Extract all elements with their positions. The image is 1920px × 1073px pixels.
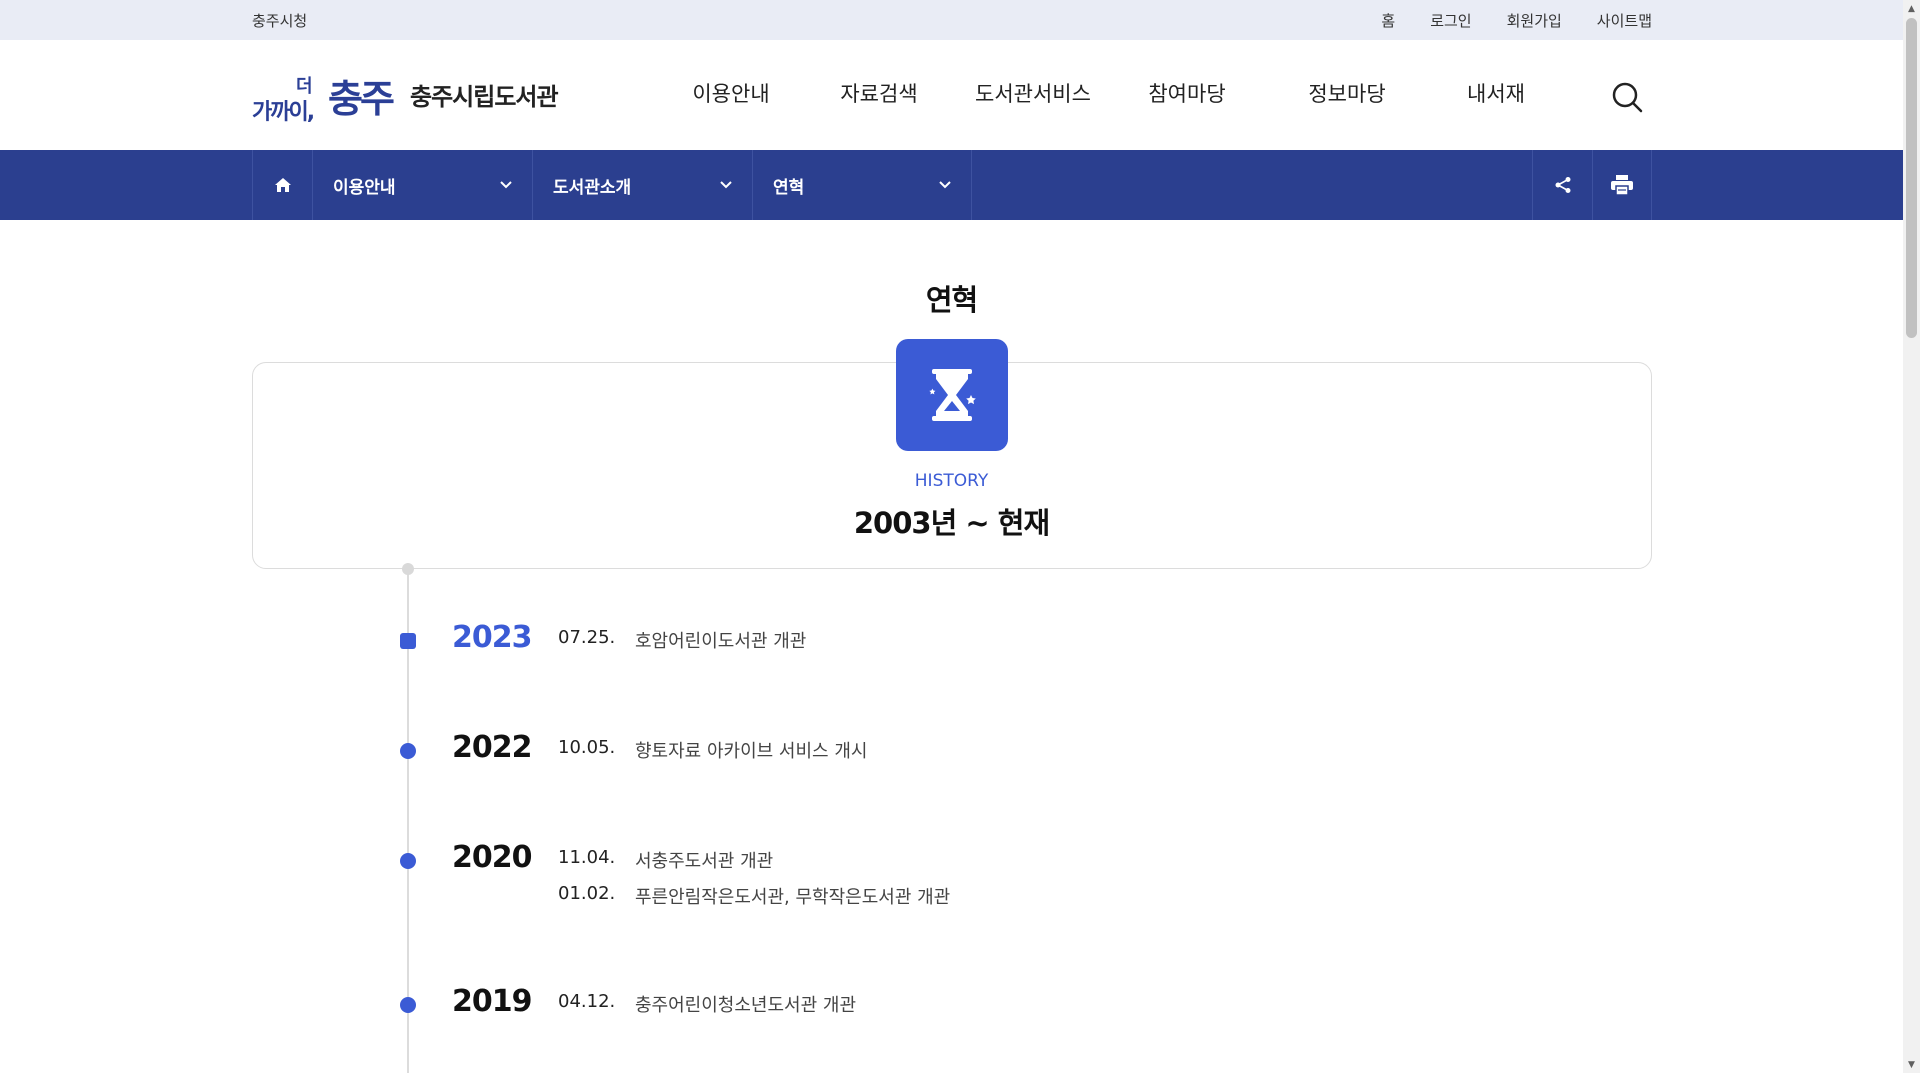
utility-bar: 충주시청 홈 로그인 회원가입 사이트맵: [0, 0, 1903, 40]
scroll-thumb[interactable]: [1906, 18, 1917, 338]
timeline-description: 호암어린이도서관 개관: [635, 631, 807, 652]
nav-item-search[interactable]: 자료검색: [802, 78, 956, 108]
nav-item-services[interactable]: 도서관서비스: [956, 78, 1110, 108]
location-depth3-label: 연혁: [773, 177, 805, 198]
search-button[interactable]: [1610, 80, 1644, 114]
timeline-year: 2019: [452, 984, 532, 1019]
history-period: 2003년 ~ 현재: [853, 506, 1050, 540]
nav-item-information[interactable]: 정보마당: [1264, 78, 1430, 108]
timeline-entry: 01.02. 푸른안림작은도서관, 무학작은도서관 개관: [558, 883, 950, 909]
scroll-up-arrow-icon[interactable]: ▲: [1903, 0, 1920, 17]
timeline-entry: 04.12. 충주어린이청소년도서관 개관: [558, 991, 856, 1017]
home-icon: [274, 178, 291, 192]
timeline-date: 10.05.: [558, 737, 616, 758]
signup-link[interactable]: 회원가입: [1507, 10, 1562, 31]
page-title: 연혁: [925, 283, 978, 317]
history-label: HISTORY: [914, 471, 989, 491]
library-name: 충주시립도서관: [410, 82, 559, 111]
main-navigation: 이용안내 자료검색 도서관서비스 참여마당 정보마당 내서재: [660, 78, 1562, 108]
share-button[interactable]: [1532, 150, 1592, 220]
timeline-entry: 07.25. 호암어린이도서관 개관: [558, 627, 806, 653]
timeline-dot: [400, 743, 416, 759]
nav-item-participation[interactable]: 참여마당: [1110, 78, 1264, 108]
search-icon: [1612, 82, 1643, 113]
timeline-dot: [400, 997, 416, 1013]
timeline-dot: [400, 853, 416, 869]
timeline-date: 07.25.: [558, 627, 616, 648]
timeline-description: 푸른안림작은도서관, 무학작은도서관 개관: [635, 887, 951, 908]
share-icon: [1555, 177, 1570, 193]
history-badge: [896, 339, 1008, 451]
location-bar: 이용안내 도서관소개 연혁: [0, 150, 1903, 220]
timeline-date: 11.04.: [558, 847, 616, 868]
nav-item-guide[interactable]: 이용안내: [660, 78, 802, 108]
chevron-down-icon: [500, 178, 512, 192]
timeline-description: 서충주도서관 개관: [635, 851, 774, 872]
site-logo[interactable]: 더 가까이, 충주 충주시립도서관: [252, 64, 559, 125]
logo-slogan-big: 충주: [328, 77, 395, 121]
location-depth1-select[interactable]: 이용안내: [312, 150, 532, 220]
site-header: 더 가까이, 충주 충주시립도서관 이용안내 자료검색 도서관서비스 참여마당 …: [0, 40, 1903, 150]
timeline-date: 04.12.: [558, 991, 616, 1012]
chevron-down-icon: [720, 178, 732, 192]
home-link[interactable]: 홈: [1381, 10, 1395, 31]
login-link[interactable]: 로그인: [1430, 10, 1471, 31]
location-depth1-label: 이용안내: [333, 177, 396, 198]
vertical-scrollbar[interactable]: ▲ ▼: [1903, 0, 1920, 1073]
location-depth2-select[interactable]: 도서관소개: [532, 150, 752, 220]
timeline-entry: 11.04. 서충주도서관 개관: [558, 847, 773, 873]
location-depth2-label: 도서관소개: [553, 177, 632, 198]
sitemap-link[interactable]: 사이트맵: [1597, 10, 1652, 31]
timeline-date: 01.02.: [558, 883, 616, 904]
scroll-down-arrow-icon[interactable]: ▼: [1903, 1056, 1920, 1073]
location-depth3-select[interactable]: 연혁: [752, 150, 972, 220]
hourglass-icon: [929, 369, 976, 421]
nav-item-my-library[interactable]: 내서재: [1430, 78, 1562, 108]
page-viewport: 충주시청 홈 로그인 회원가입 사이트맵 더 가까이, 충주 충주시립도서관 이…: [0, 0, 1903, 1073]
utility-links: 홈 로그인 회원가입 사이트맵: [1346, 10, 1652, 31]
city-slogan-logo: 더 가까이, 충주: [252, 64, 395, 125]
logo-slogan-small: 가까이,: [252, 100, 315, 125]
timeline-start-dot: [402, 563, 414, 575]
timeline-year: 2022: [452, 730, 532, 765]
timeline-description: 향토자료 아카이브 서비스 개시: [635, 741, 868, 762]
chevron-down-icon: [939, 178, 951, 192]
timeline-dot: [400, 633, 416, 649]
print-icon: [1611, 175, 1633, 195]
timeline-entry: 10.05. 향토자료 아카이브 서비스 개시: [558, 737, 867, 763]
timeline-year: 2020: [452, 840, 532, 875]
location-home-button[interactable]: [252, 150, 312, 220]
timeline-year: 2023: [452, 620, 532, 655]
timeline-description: 충주어린이청소년도서관 개관: [635, 995, 857, 1016]
print-button[interactable]: [1592, 150, 1652, 220]
city-hall-link[interactable]: 충주시청: [252, 10, 307, 31]
